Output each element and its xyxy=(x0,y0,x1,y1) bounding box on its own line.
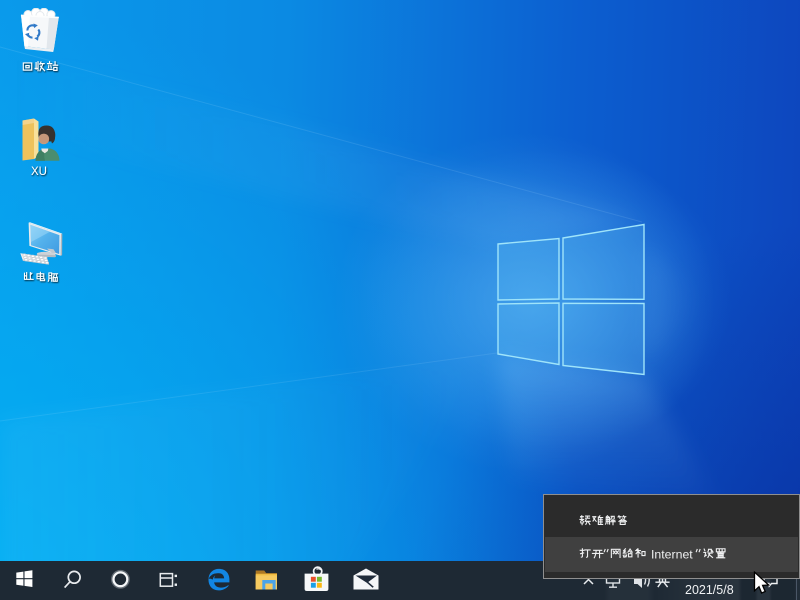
svg-text:2021/5/8: 2021/5/8 xyxy=(685,583,734,597)
svg-text:XU: XU xyxy=(31,166,47,178)
svg-text:Internet: Internet xyxy=(651,548,693,562)
